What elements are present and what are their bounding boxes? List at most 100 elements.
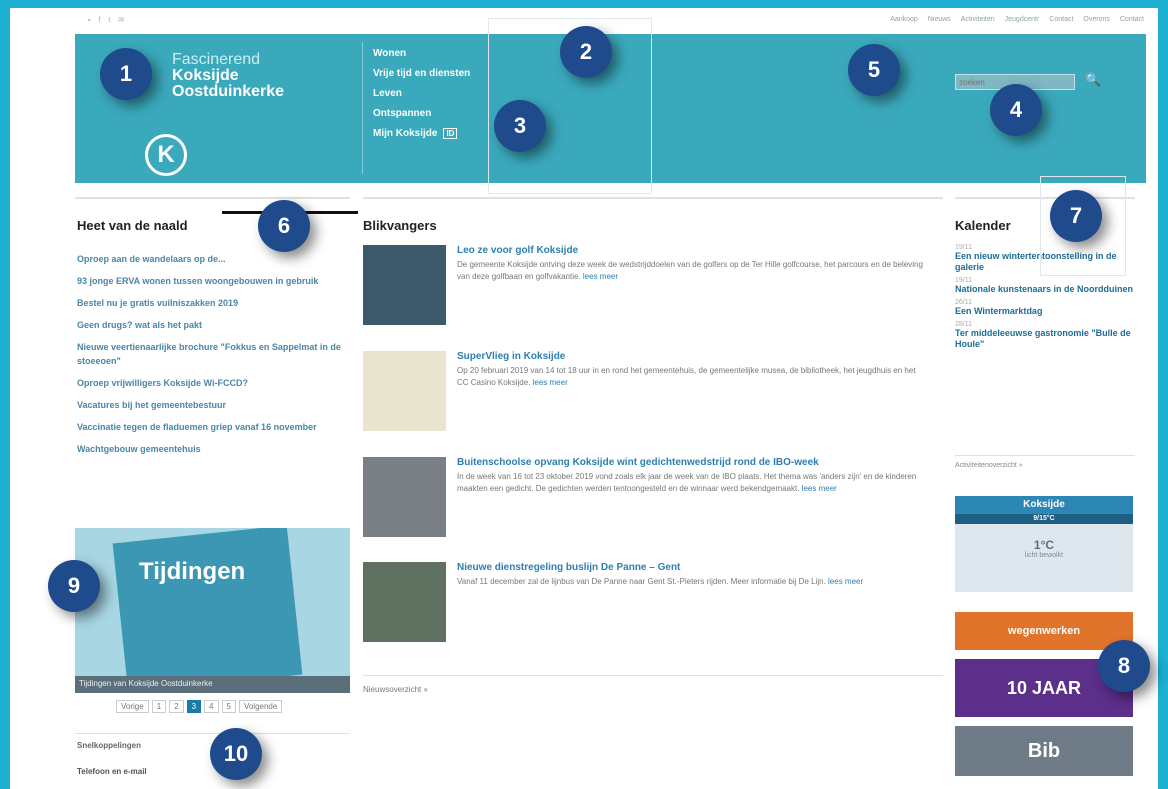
annotation-badge: 8 (1098, 640, 1150, 692)
story-thumbnail[interactable] (363, 245, 446, 325)
divider (75, 197, 350, 199)
pager: Vorige 1 2 3 4 5 Volgende (116, 700, 283, 713)
story-body: Vanaf 11 december zal de lijnbus van De … (457, 576, 927, 588)
pager-page-active[interactable]: 3 (186, 700, 202, 713)
story-text: De gemeente Koksijde ontving deze week d… (457, 260, 923, 281)
news-overview-link[interactable]: Nieuwsoverzicht » (363, 685, 428, 694)
event-title[interactable]: Een Wintermarktdag (955, 306, 1135, 317)
story-body: In de week van 16 tot 23 oktober 2019 vo… (457, 471, 927, 495)
nav-label: Mijn Koksijde (373, 128, 438, 139)
news-item[interactable]: Bestel nu je gratis vuilniszakken 2019 (77, 296, 347, 310)
footer-title: Snelkoppelingen (77, 741, 142, 750)
pager-page[interactable]: 5 (221, 700, 236, 713)
read-more-link[interactable]: lees meer (828, 577, 863, 586)
divider (363, 197, 943, 199)
activity-overview-link[interactable]: Activiteitenoverzicht » (955, 462, 1023, 469)
bib-banner[interactable]: Bib (955, 726, 1133, 776)
event-date: 28/11 (955, 321, 972, 328)
news-item[interactable]: Vacatures bij het gemeentebestuur (77, 398, 347, 412)
news-item[interactable]: Oproep aan de wandelaars op de... (77, 252, 347, 266)
pager-page[interactable]: 2 (169, 700, 184, 713)
top-links: Aankoop Nieuws Activiteiten Jeugdcentr C… (890, 16, 1144, 23)
weather-widget[interactable]: Koksijde 9/15°C 1°C licht bewolkt (955, 496, 1133, 592)
top-link[interactable]: Activiteiten (961, 16, 995, 23)
divider (363, 675, 943, 676)
pager-prev[interactable]: Vorige (116, 700, 149, 713)
news-item[interactable]: Vaccinatie tegen de fladuemen griep vana… (77, 420, 347, 434)
weather-temp: 1°C (1033, 538, 1055, 552)
top-link[interactable]: Nieuws (928, 16, 951, 23)
story-text: In de week van 16 tot 23 oktober 2019 vo… (457, 472, 917, 493)
story-body: De gemeente Koksijde ontving deze week d… (457, 259, 927, 283)
weather-text: licht bewolkt (1024, 552, 1064, 559)
top-link[interactable]: Jeugdcentr (1005, 16, 1040, 23)
top-link[interactable]: Contact (1049, 16, 1073, 23)
top-link[interactable]: Aankoop (890, 16, 918, 23)
story-title[interactable]: Buitenschoolse opvang Koksijde wint gedi… (457, 457, 819, 468)
read-more-link[interactable]: lees meer (583, 272, 618, 281)
search-icon[interactable]: 🔍 (1085, 72, 1101, 88)
news-item[interactable]: Wachtgebouw gemeentehuis (77, 442, 347, 456)
read-more-link[interactable]: lees meer (802, 484, 837, 493)
weather-title: Koksijde (955, 496, 1133, 514)
event-title[interactable]: Nationale kunstenaars in de Noordduinen (955, 284, 1135, 295)
story-item: Nieuwe dienstregeling buslijn De Panne –… (363, 562, 943, 648)
nav-item-vrije-tijd[interactable]: Vrije tijd en diensten (373, 68, 470, 88)
tijdingen-promo[interactable]: Tijdingen Tijdingen van Koksijde Oostdui… (75, 528, 350, 693)
annotation-badge: 4 (990, 84, 1042, 136)
section-heading: Heet van de naald (77, 218, 188, 233)
wegenwerken-banner[interactable]: wegenwerken (955, 612, 1133, 650)
top-link[interactable]: Contact (1120, 16, 1144, 23)
story-item: SuperVlieg in Koksijde Op 20 februari 20… (363, 351, 943, 437)
nav-item-leven[interactable]: Leven (373, 88, 470, 108)
social-icons[interactable]: ▪ f t ✉ (88, 16, 127, 24)
section-heading: Kalender (955, 218, 1011, 233)
story-thumbnail[interactable] (363, 351, 446, 431)
news-item[interactable]: 93 jonge ERVA wonen tussen woongebouwen … (77, 274, 347, 288)
read-more-link[interactable]: lees meer (533, 378, 568, 387)
nav-item-wonen[interactable]: Wonen (373, 48, 470, 68)
logo-line: Fascinerend (172, 51, 261, 68)
logo-line: Oostduinkerke (172, 83, 285, 100)
news-item[interactable]: Geen drugs? wat als het pakt (77, 318, 347, 332)
news-item[interactable]: Oproep vrijwilligers Koksijde Wi-FCCD? (77, 376, 347, 390)
magazine-cover (112, 528, 303, 693)
news-item[interactable]: Nieuwe veertienaarlijke brochure "Fokkus… (77, 340, 347, 368)
story-text: Op 20 februari 2019 van 14 tot 18 uur in… (457, 366, 916, 387)
event-date: 26/11 (955, 299, 972, 306)
weather-date: 9/15°C (955, 514, 1133, 524)
nav-item-ontspannen[interactable]: Ontspannen (373, 108, 470, 128)
event-date: 19/11 (955, 277, 972, 284)
annotation-badge: 2 (560, 26, 612, 78)
annotation-badge: 10 (210, 728, 262, 780)
story-title[interactable]: Leo ze voor golf Koksijde (457, 245, 578, 256)
divider (75, 733, 350, 734)
annotation-badge: 1 (100, 48, 152, 100)
story-thumbnail[interactable] (363, 562, 446, 642)
story-thumbnail[interactable] (363, 457, 446, 537)
event-title[interactable]: Ter middeleeuwse gastronomie "Bulle de H… (955, 328, 1135, 350)
nav-item-mijn-koksijde[interactable]: Mijn Koksijde ID (373, 128, 470, 148)
magazine-title: Tijdingen (139, 558, 246, 585)
story-item: Leo ze voor golf Koksijde De gemeente Ko… (363, 245, 943, 331)
logo-line: Koksijde (172, 67, 239, 84)
section-heading: Blikvangers (363, 218, 437, 233)
logo-mark-icon[interactable]: K (145, 134, 187, 176)
annotation-badge: 9 (48, 560, 100, 612)
story-item: Buitenschoolse opvang Koksijde wint gedi… (363, 457, 943, 543)
top-link[interactable]: Overons (1083, 16, 1109, 23)
divider (955, 455, 1135, 456)
pager-next[interactable]: Volgende (238, 700, 283, 713)
annotation-badge: 5 (848, 44, 900, 96)
story-title[interactable]: SuperVlieg in Koksijde (457, 351, 565, 362)
news-list: Oproep aan de wandelaars op de... 93 jon… (77, 252, 347, 464)
story-body: Op 20 februari 2019 van 14 tot 18 uur in… (457, 365, 927, 389)
footer-link[interactable]: Telefoon en e-mail (77, 767, 147, 776)
pager-page[interactable]: 1 (151, 700, 167, 713)
story-title[interactable]: Nieuwe dienstregeling buslijn De Panne –… (457, 562, 680, 573)
annotation-badge: 3 (494, 100, 546, 152)
divider (362, 42, 363, 174)
id-badge: ID (443, 128, 458, 139)
pager-page[interactable]: 4 (204, 700, 219, 713)
site-logo[interactable]: Fascinerend Koksijde Oostduinkerke (172, 52, 284, 100)
